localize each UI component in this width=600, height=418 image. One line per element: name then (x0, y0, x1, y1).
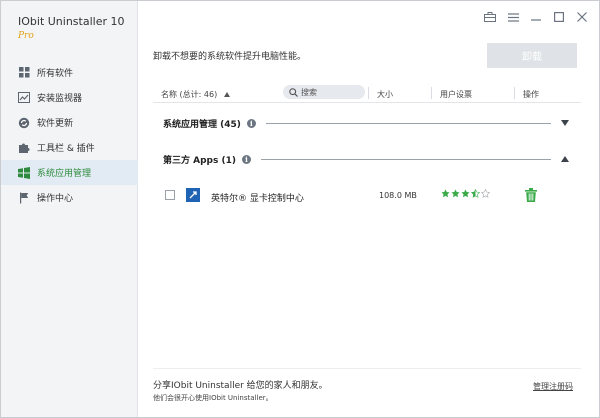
column-divider (514, 87, 515, 99)
share-text: 分享IObit Uninstaller 给您的家人和朋友。 (153, 381, 328, 391)
sidebar-item-install-monitor[interactable]: 安装监视器 (1, 85, 138, 110)
star-full-icon (461, 189, 470, 198)
table-row[interactable]: 英特尔® 显卡控制中心 108.0 MB (153, 184, 581, 208)
info-icon[interactable]: i (246, 118, 256, 128)
sidebar-nav: 所有软件 安装监视器 软件更新 工具栏 & 插件 系统应用管理 操作中心 (1, 60, 138, 210)
close-icon[interactable] (575, 10, 589, 24)
group-system-apps[interactable]: 系统应用管理 (45) i (163, 116, 569, 130)
app-title: IObit Uninstaller 10 (18, 15, 125, 28)
footer-divider (153, 368, 581, 369)
refresh-icon (18, 117, 30, 129)
windows-icon (18, 166, 30, 179)
sort-up-icon (223, 90, 230, 99)
star-half-icon (471, 189, 480, 198)
row-checkbox[interactable] (165, 190, 175, 200)
chart-icon (18, 92, 30, 104)
uninstall-button[interactable]: 卸载 (487, 43, 577, 68)
sidebar-item-all-programs[interactable]: 所有软件 (1, 60, 138, 85)
page-subtitle: 卸载不想要的系统软件提升电脑性能。 (153, 52, 307, 62)
column-action: 操作 (523, 90, 539, 99)
window-controls (483, 10, 589, 24)
sidebar-item-label: 软件更新 (37, 119, 74, 129)
app-window: IObit Uninstaller 10 Pro 所有软件 安装监视器 软件更新 (0, 0, 600, 418)
app-edition: Pro (18, 31, 34, 41)
search-icon (289, 87, 298, 97)
group-title: 系统应用管理 (45) (163, 119, 241, 130)
column-rating[interactable]: 用户设票 (440, 89, 472, 100)
sidebar-item-software-updater[interactable]: 软件更新 (1, 110, 138, 135)
group-third-party-apps[interactable]: 第三方 Apps (1) i (163, 152, 569, 166)
info-icon[interactable]: i (241, 154, 251, 164)
minimize-icon[interactable] (529, 10, 543, 24)
group-divider (260, 158, 551, 160)
column-divider (431, 87, 432, 99)
intel-graphics-icon (186, 188, 200, 202)
sidebar-item-label: 所有软件 (37, 69, 74, 79)
sidebar-item-windows-apps[interactable]: 系统应用管理 (1, 160, 138, 185)
search-input[interactable] (301, 87, 361, 97)
star-empty-icon (481, 189, 490, 198)
sidebar-item-action-center[interactable]: 操作中心 (1, 185, 138, 210)
sidebar-item-label: 工具栏 & 插件 (37, 144, 95, 154)
collapse-up-icon[interactable] (561, 155, 569, 163)
column-header: 名称 (总计: 46) 大小 用户设票 操作 (153, 83, 581, 103)
rating-stars (441, 189, 490, 198)
app-name: 英特尔® 显卡控制中心 (211, 194, 304, 204)
sidebar-item-label: 系统应用管理 (37, 169, 92, 179)
expand-down-icon[interactable] (561, 119, 569, 127)
share-subtext: 他们会很开心使用IObit Uninstaller。 (153, 394, 273, 402)
column-divider (368, 87, 369, 99)
sidebar-item-toolbars-plugins[interactable]: 工具栏 & 插件 (1, 135, 138, 160)
star-full-icon (441, 189, 450, 198)
search-box[interactable] (283, 85, 365, 99)
group-divider (265, 122, 551, 124)
sidebar: IObit Uninstaller 10 Pro 所有软件 安装监视器 软件更新 (1, 1, 138, 417)
maximize-icon[interactable] (552, 10, 566, 24)
app-size: 108.0 MB (379, 191, 417, 200)
puzzle-icon (18, 142, 30, 154)
column-size[interactable]: 大小 (377, 89, 393, 100)
sidebar-item-label: 安装监视器 (37, 94, 83, 104)
manage-license-link[interactable]: 管理注册码 (533, 381, 573, 392)
column-name-label: 名称 (总计: 46) (161, 90, 218, 99)
grid-icon (18, 67, 30, 79)
trash-icon[interactable] (525, 188, 537, 202)
toolbox-icon[interactable] (483, 10, 497, 24)
sidebar-item-label: 操作中心 (37, 194, 74, 204)
menu-icon[interactable] (506, 10, 520, 24)
group-title: 第三方 Apps (1) (163, 155, 236, 166)
column-name-sort[interactable]: 名称 (总计: 46) (161, 89, 230, 100)
star-full-icon (451, 189, 460, 198)
flag-icon (18, 192, 30, 204)
